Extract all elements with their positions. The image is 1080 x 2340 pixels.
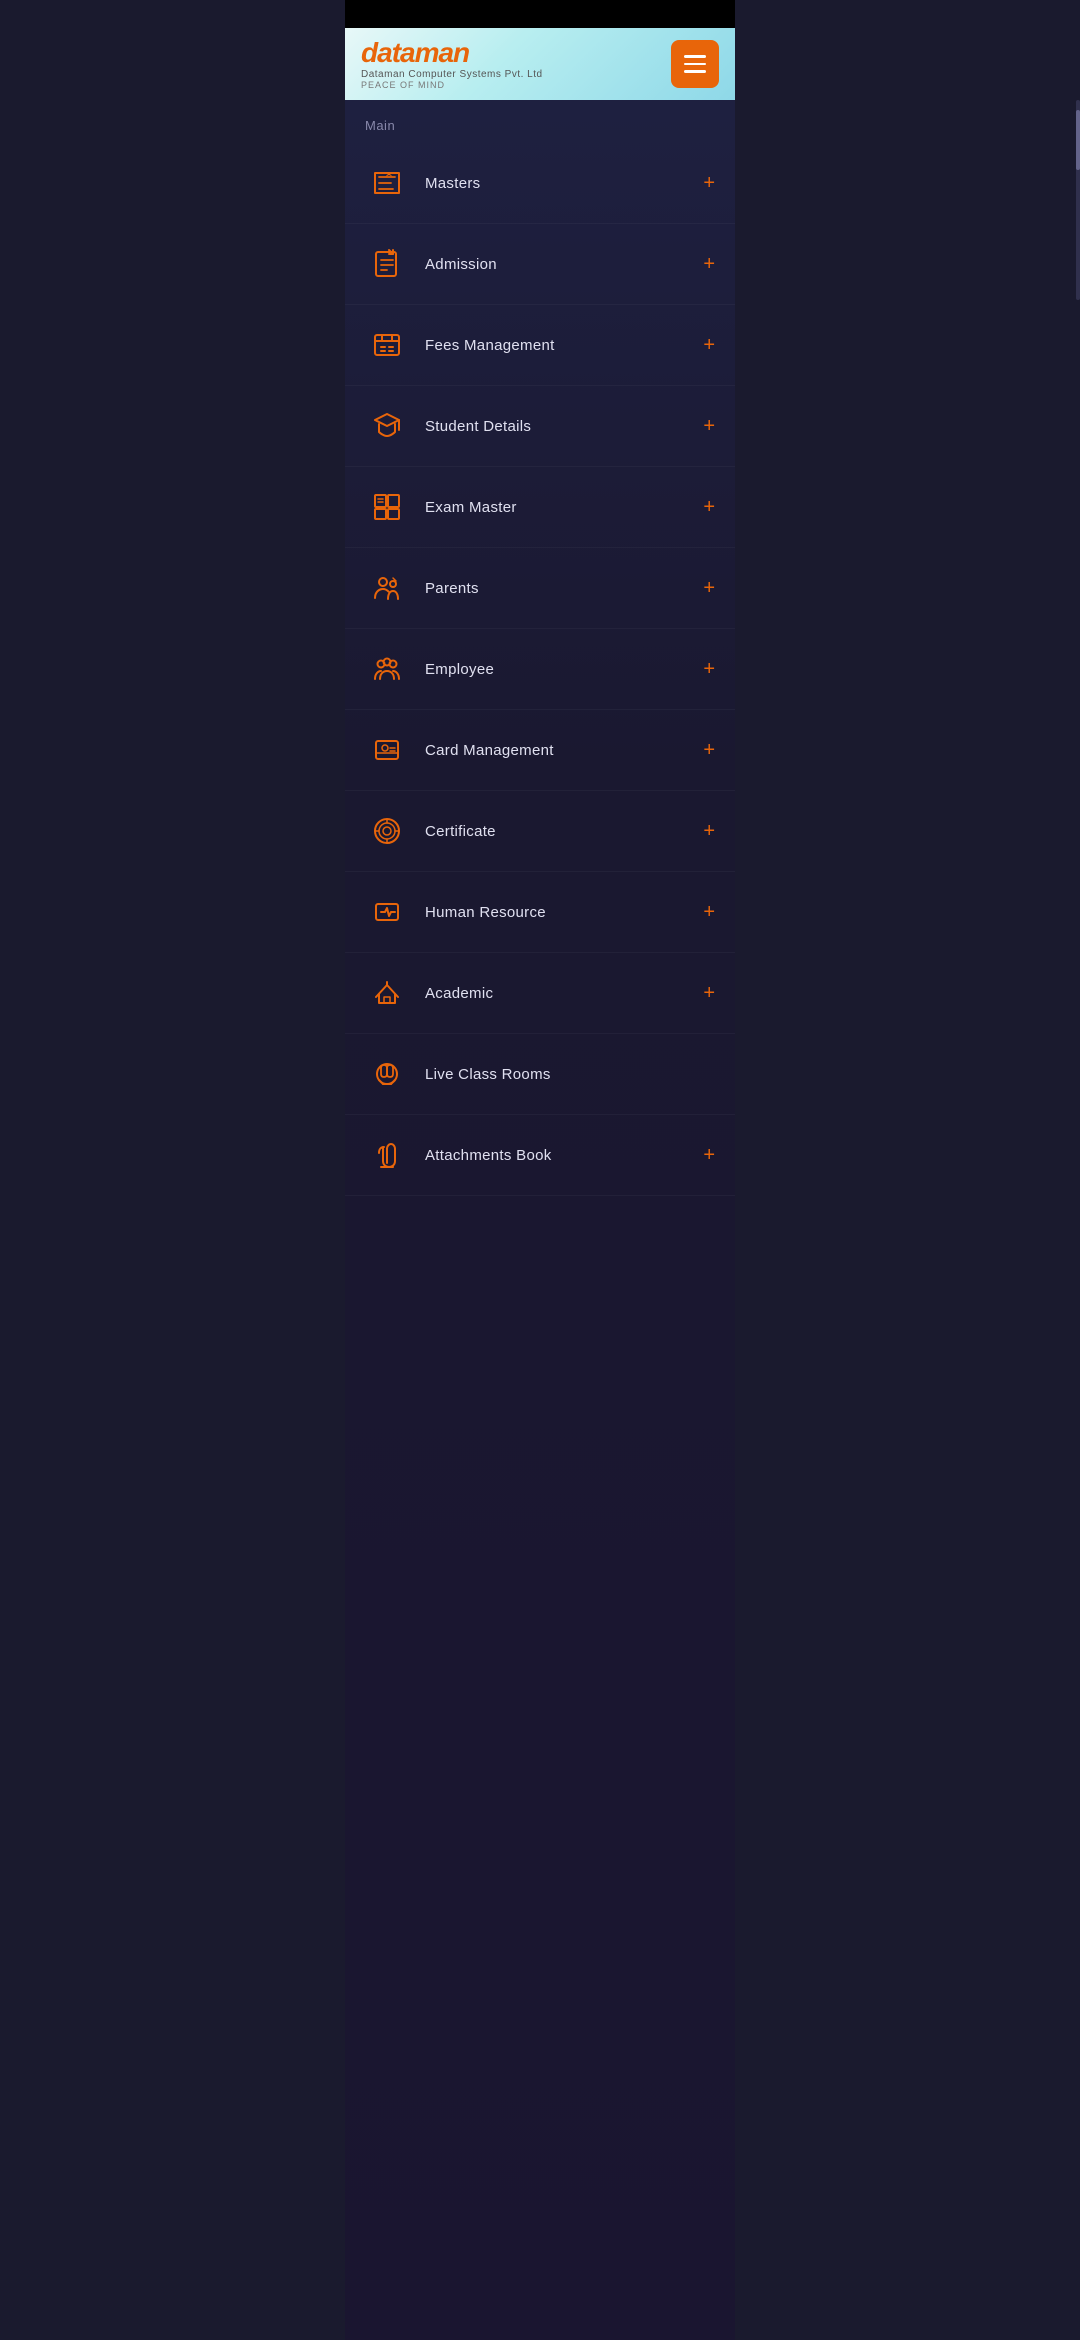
- nav-label-certificate: Certificate: [425, 823, 703, 840]
- logo-company: Dataman Computer Systems Pvt. Ltd: [361, 69, 543, 80]
- nav-plus-masters: +: [703, 173, 715, 193]
- nav-plus-admission: +: [703, 254, 715, 274]
- fees-icon: [365, 323, 409, 367]
- certificate-icon: [365, 809, 409, 853]
- card-icon: [365, 728, 409, 772]
- nav-plus-card: +: [703, 740, 715, 760]
- attachments-icon: [365, 1133, 409, 1177]
- nav-plus-student: +: [703, 416, 715, 436]
- masters-icon: [365, 161, 409, 205]
- nav-label-masters: Masters: [425, 175, 703, 192]
- logo-tagline: PEACE OF MIND: [361, 80, 543, 90]
- nav-plus-certificate: +: [703, 821, 715, 841]
- nav-plus-exam: +: [703, 497, 715, 517]
- nav-item-academic[interactable]: Academic +: [345, 953, 735, 1034]
- status-bar: [345, 0, 735, 28]
- nav-label-card: Card Management: [425, 742, 703, 759]
- nav-item-employee[interactable]: Employee +: [345, 629, 735, 710]
- academic-icon: [365, 971, 409, 1015]
- nav-item-admission[interactable]: Admission +: [345, 224, 735, 305]
- scrollbar-thumb: [1076, 110, 1080, 170]
- nav-item-exam[interactable]: Exam Master +: [345, 467, 735, 548]
- nav-plus-hr: +: [703, 902, 715, 922]
- nav-label-student: Student Details: [425, 418, 703, 435]
- nav-item-fees[interactable]: Fees Management +: [345, 305, 735, 386]
- parents-icon: [365, 566, 409, 610]
- nav-plus-fees: +: [703, 335, 715, 355]
- live-class-icon: [365, 1052, 409, 1096]
- scrollbar[interactable]: [1076, 100, 1080, 300]
- nav-item-card[interactable]: Card Management +: [345, 710, 735, 791]
- student-icon: [365, 404, 409, 448]
- nav-item-certificate[interactable]: Certificate +: [345, 791, 735, 872]
- main-section: Main Masters + Admission: [345, 100, 735, 2340]
- nav-item-live-class[interactable]: Live Class Rooms: [345, 1034, 735, 1115]
- nav-label-exam: Exam Master: [425, 499, 703, 516]
- nav-label-live-class: Live Class Rooms: [425, 1066, 715, 1083]
- nav-item-masters[interactable]: Masters +: [345, 143, 735, 224]
- hamburger-line-1: [684, 55, 706, 58]
- nav-label-parents: Parents: [425, 580, 703, 597]
- menu-button[interactable]: [671, 40, 719, 88]
- header: dataman Dataman Computer Systems Pvt. Lt…: [345, 28, 735, 100]
- nav-item-student[interactable]: Student Details +: [345, 386, 735, 467]
- exam-icon: [365, 485, 409, 529]
- nav-item-attachments[interactable]: Attachments Book +: [345, 1115, 735, 1196]
- hamburger-line-3: [684, 70, 706, 73]
- nav-label-hr: Human Resource: [425, 904, 703, 921]
- logo-area: dataman Dataman Computer Systems Pvt. Lt…: [361, 39, 543, 90]
- nav-label-employee: Employee: [425, 661, 703, 678]
- section-label: Main: [345, 100, 735, 143]
- employee-icon: [365, 647, 409, 691]
- hamburger-line-2: [684, 63, 706, 66]
- logo-brand: dataman: [361, 39, 543, 67]
- nav-item-parents[interactable]: Parents +: [345, 548, 735, 629]
- nav-plus-academic: +: [703, 983, 715, 1003]
- nav-item-hr[interactable]: Human Resource +: [345, 872, 735, 953]
- nav-label-fees: Fees Management: [425, 337, 703, 354]
- nav-plus-parents: +: [703, 578, 715, 598]
- nav-label-admission: Admission: [425, 256, 703, 273]
- nav-label-academic: Academic: [425, 985, 703, 1002]
- admission-icon: [365, 242, 409, 286]
- nav-plus-employee: +: [703, 659, 715, 679]
- hr-icon: [365, 890, 409, 934]
- nav-label-attachments: Attachments Book: [425, 1147, 703, 1164]
- nav-plus-attachments: +: [703, 1145, 715, 1165]
